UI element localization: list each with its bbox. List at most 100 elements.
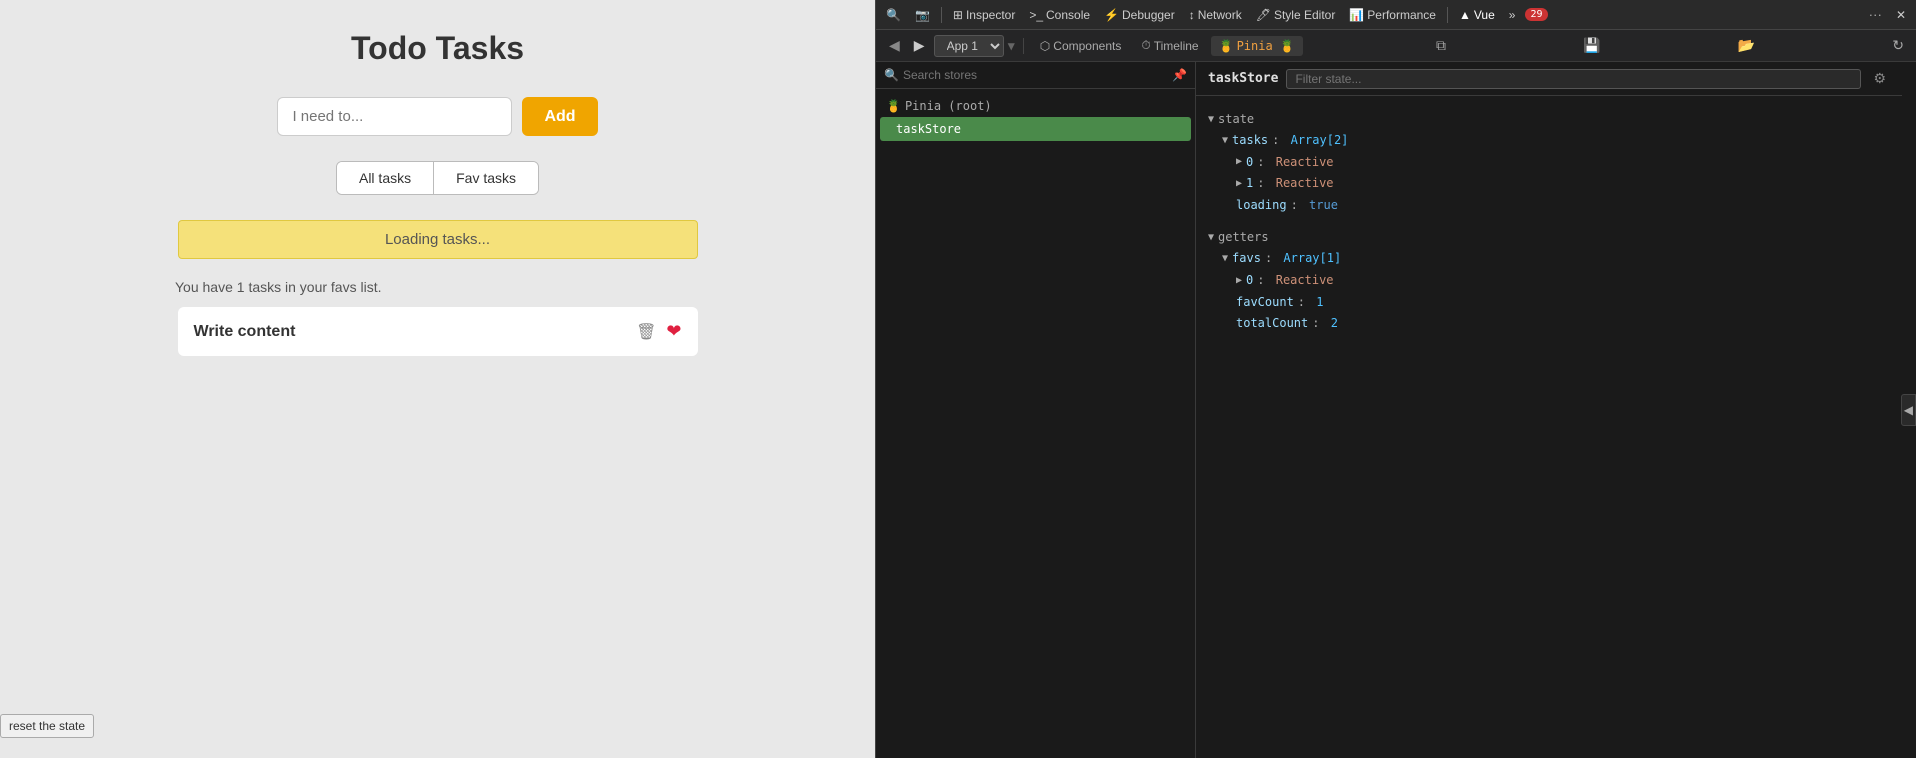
- favs-expand-icon[interactable]: ▼: [1222, 250, 1228, 268]
- search-stores-input[interactable]: [903, 68, 1168, 82]
- task-store-item[interactable]: taskStore: [880, 117, 1191, 141]
- screenshot-btn[interactable]: 📷: [909, 5, 936, 25]
- loading-value: true: [1309, 195, 1338, 217]
- close-btn[interactable]: ✕: [1890, 5, 1912, 25]
- forward-btn[interactable]: ▶: [909, 35, 930, 56]
- copy-btn[interactable]: ⧉: [1432, 35, 1450, 56]
- back-btn[interactable]: ◀: [884, 35, 905, 56]
- debugger-tab[interactable]: ⚡ Debugger: [1098, 5, 1181, 25]
- vue-icon: ▲: [1459, 8, 1471, 22]
- tasks-1-expand-icon[interactable]: ▶: [1236, 175, 1242, 193]
- collapse-panel-btn[interactable]: ◀: [1901, 394, 1916, 426]
- state-actions: ⚙: [1869, 68, 1890, 89]
- tasks-1-key: 1: [1246, 173, 1253, 195]
- vue-label: Vue: [1474, 8, 1495, 22]
- state-settings-btn[interactable]: ⚙: [1869, 68, 1890, 89]
- timeline-icon: ⏱: [1141, 38, 1150, 53]
- tree-loading-row: loading : true: [1208, 195, 1890, 217]
- stores-sidebar: 🔍 📌 🍍 Pinia (root) taskStore: [876, 62, 1196, 758]
- components-icon: ⬡: [1040, 39, 1050, 53]
- loading-key: loading: [1222, 195, 1287, 217]
- inspector-tab[interactable]: ⊞ Inspector: [947, 5, 1021, 25]
- favs-value: Array[1]: [1283, 248, 1341, 270]
- toolbar-separator-2: [1447, 7, 1448, 23]
- tasks-0-expand-icon[interactable]: ▶: [1236, 153, 1242, 171]
- favcount-key: favCount: [1222, 292, 1294, 314]
- app-selector[interactable]: App 1: [934, 35, 1004, 57]
- components-tab[interactable]: ⬡ Components: [1032, 35, 1130, 57]
- devtools-toolbar: 🔍 📷 ⊞ Inspector >_ Console ⚡ Debugger ↕ …: [876, 0, 1916, 30]
- search-stores-bar: 🔍 📌: [876, 62, 1195, 89]
- state-section-text: state: [1218, 112, 1254, 126]
- tasks-1-value: Reactive: [1276, 173, 1334, 195]
- performance-label: Performance: [1367, 8, 1436, 22]
- tree-favs-row: ▼ favs : Array[1]: [1208, 248, 1890, 270]
- stores-list: 🍍 Pinia (root) taskStore: [876, 89, 1195, 758]
- refresh-btn[interactable]: ↻: [1888, 35, 1908, 56]
- nav-divider-1: [1023, 38, 1024, 54]
- devtools-main: 🔍 📌 🍍 Pinia (root) taskStore taskStore ⚙: [876, 62, 1916, 758]
- error-badge: 29: [1525, 8, 1547, 21]
- app-title: Todo Tasks: [351, 30, 524, 67]
- devtools-panel: 🔍 📷 ⊞ Inspector >_ Console ⚡ Debugger ↕ …: [875, 0, 1916, 758]
- tree-tasks-row: ▼ tasks : Array[2]: [1208, 130, 1890, 152]
- more-options-btn[interactable]: ···: [1863, 4, 1888, 25]
- style-editor-tab[interactable]: 🖊 Style Editor: [1250, 5, 1342, 25]
- store-name-badge: taskStore: [1208, 71, 1278, 86]
- task-input[interactable]: [277, 97, 512, 136]
- task-card: Write content 🗑 ❤: [178, 307, 698, 356]
- tree-totalcount-row: totalCount : 2: [1208, 313, 1890, 335]
- collapse-handle-container: ◀: [1902, 62, 1916, 758]
- all-tasks-tab[interactable]: All tasks: [337, 162, 434, 194]
- app-panel: Todo Tasks Add All tasks Fav tasks Loadi…: [0, 0, 875, 758]
- getters-collapse-icon[interactable]: ▼: [1208, 232, 1214, 243]
- tree-favcount-row: favCount : 1: [1208, 292, 1890, 314]
- pinia-root-text: Pinia (root): [905, 99, 992, 113]
- delete-icon[interactable]: 🗑: [636, 322, 656, 342]
- favs-0-key: 0: [1246, 270, 1253, 292]
- getters-tree: ▼ favs : Array[1] ▶ 0 : Reactive favCoun…: [1208, 248, 1890, 334]
- tasks-0-value: Reactive: [1276, 152, 1334, 174]
- state-tree: ▼ tasks : Array[2] ▶ 0 : Reactive ▶ 1: [1208, 130, 1890, 216]
- fav-icon[interactable]: ❤: [666, 321, 681, 342]
- nav-chevron: ▼: [1008, 39, 1015, 53]
- filter-tabs: All tasks Fav tasks: [336, 161, 539, 195]
- state-panel: taskStore ⚙ ▼ state ▼ tasks :: [1196, 62, 1902, 758]
- pinia-root-icon: 🍍: [886, 99, 901, 113]
- pinia-root-label: 🍍 Pinia (root): [876, 95, 1195, 117]
- network-tab[interactable]: ↕ Network: [1183, 5, 1248, 25]
- fav-tasks-tab[interactable]: Fav tasks: [434, 162, 538, 194]
- console-tab[interactable]: >_ Console: [1023, 5, 1096, 25]
- expand-btn[interactable]: »: [1503, 5, 1522, 25]
- vue-tab[interactable]: ▲ Vue: [1453, 5, 1501, 25]
- favs-0-value: Reactive: [1276, 270, 1334, 292]
- console-label: Console: [1046, 8, 1090, 22]
- fav-count-text: You have 1 tasks in your favs list.: [175, 279, 381, 295]
- state-section-label: ▼ state: [1208, 112, 1890, 126]
- reset-state-button[interactable]: reset the state: [0, 714, 94, 738]
- filter-state-input[interactable]: [1286, 69, 1861, 89]
- debugger-label: Debugger: [1122, 8, 1175, 22]
- add-button[interactable]: Add: [522, 97, 597, 136]
- pinia-tab[interactable]: 🍍 Pinia 🍍: [1211, 36, 1303, 56]
- inspector-label: Inspector: [966, 8, 1015, 22]
- save-btn[interactable]: 💾: [1579, 35, 1604, 56]
- inspector-icon: ⊞: [953, 8, 963, 22]
- performance-tab[interactable]: 📊 Performance: [1343, 5, 1442, 25]
- task-card-title: Write content: [194, 323, 296, 341]
- app-content: Todo Tasks Add All tasks Fav tasks Loadi…: [0, 0, 875, 758]
- style-editor-label: Style Editor: [1274, 8, 1335, 22]
- state-header: taskStore ⚙: [1196, 62, 1902, 96]
- search-icon: 🔍: [884, 68, 899, 82]
- favs-0-expand-icon[interactable]: ▶: [1236, 272, 1242, 290]
- inspect-element-btn[interactable]: 🔍: [880, 5, 907, 25]
- favcount-value: 1: [1316, 292, 1323, 314]
- tasks-expand-icon[interactable]: ▼: [1222, 132, 1228, 150]
- timeline-tab[interactable]: ⏱ Timeline: [1133, 34, 1206, 57]
- network-label: Network: [1198, 8, 1242, 22]
- console-icon: >_: [1029, 8, 1043, 22]
- tasks-0-key: 0: [1246, 152, 1253, 174]
- favs-key: favs: [1232, 248, 1261, 270]
- state-collapse-icon[interactable]: ▼: [1208, 114, 1214, 125]
- load-btn[interactable]: 📂: [1734, 35, 1759, 56]
